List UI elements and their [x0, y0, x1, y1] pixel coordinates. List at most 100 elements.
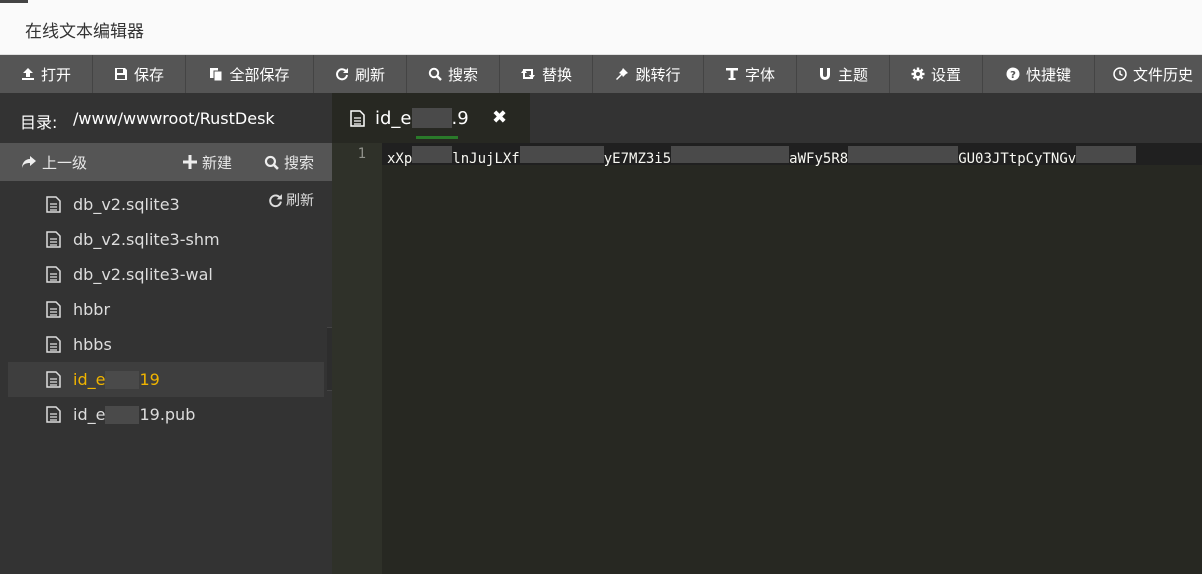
code-segment: xXp: [387, 151, 413, 167]
redacted-block: [105, 405, 140, 424]
sidebar-nav: 上一级 新建 搜索: [0, 143, 332, 181]
file-text-icon: [46, 266, 61, 283]
question-icon: ?: [1006, 67, 1020, 81]
tab-close-icon[interactable]: ✖: [492, 107, 507, 128]
editor-tabbar: id_e .9 ✖: [332, 93, 1202, 143]
save-all-button[interactable]: 全部保存: [186, 55, 314, 93]
goto-line-button[interactable]: 跳转行: [593, 55, 704, 93]
titlebar-corner-mark: [0, 0, 28, 3]
shortcuts-button[interactable]: ? 快捷键: [983, 55, 1095, 93]
save-icon: [114, 68, 127, 80]
svg-text:?: ?: [1010, 70, 1016, 81]
directory-label: 目录:: [20, 113, 58, 132]
file-text-icon: [46, 336, 61, 353]
redacted-block: [1076, 146, 1137, 163]
refresh-icon: [336, 68, 348, 81]
directory-bar: 目录: /www/wwwroot/RustDesk: [0, 93, 332, 143]
settings-label: 设置: [930, 65, 961, 84]
redacted-block: [848, 146, 959, 163]
window-titlebar: 在线文本编辑器: [0, 0, 1202, 55]
clock-icon: [1113, 67, 1127, 81]
file-name: db_v2.sqlite3-shm: [73, 230, 220, 249]
file-name: id_e: [73, 370, 106, 389]
file-history-label: 文件历史: [1133, 65, 1194, 84]
redacted-block: [671, 146, 790, 163]
font-button[interactable]: 字体: [704, 55, 797, 93]
line-number: 1: [357, 146, 366, 162]
open-label: 打开: [40, 65, 71, 84]
redacted-block: [105, 370, 140, 389]
file-text-icon: [46, 301, 61, 318]
file-item-id-key-pub[interactable]: id_e 19.pub: [0, 397, 332, 432]
file-item-id-key-active[interactable]: id_e 19: [8, 362, 324, 397]
open-button[interactable]: 打开: [0, 55, 93, 93]
theme-button[interactable]: 主题: [797, 55, 890, 93]
gear-icon: [911, 67, 925, 81]
directory-path: /www/wwwroot/RustDesk: [73, 109, 275, 128]
file-name-suffix: 19: [139, 370, 160, 389]
pushpin-icon: [616, 68, 629, 80]
replace-label: 替换: [541, 65, 572, 84]
file-list: db_v2.sqlite3 db_v2.sqlite3-shm db_v2.sq…: [0, 187, 332, 432]
search-icon: [264, 155, 279, 170]
file-text-icon: [46, 231, 61, 248]
sidebar-search-button[interactable]: 搜索: [264, 143, 314, 181]
file-item-db-v2-sqlite3-shm[interactable]: db_v2.sqlite3-shm: [0, 222, 332, 257]
code-segment: yE7MZ3i5: [603, 151, 672, 167]
file-name: db_v2.sqlite3: [73, 195, 180, 214]
magnet-icon: [819, 68, 830, 80]
theme-label: 主题: [837, 65, 868, 84]
sidebar-search-label: 搜索: [284, 153, 315, 172]
redacted-block: [411, 108, 452, 128]
replace-button[interactable]: 替换: [500, 55, 593, 93]
file-sidebar: 目录: /www/wwwroot/RustDesk 上一级 新建 搜索 刷新 d…: [0, 93, 332, 574]
refresh-label: 刷新: [354, 65, 385, 84]
search-icon: [428, 67, 442, 81]
file-name: db_v2.sqlite3-wal: [73, 265, 213, 284]
up-level-button[interactable]: 上一级: [21, 143, 87, 181]
search-label: 搜索: [447, 65, 478, 84]
file-name-suffix: 19.pub: [139, 405, 196, 424]
save-button[interactable]: 保存: [93, 55, 186, 93]
file-item-hbbs[interactable]: hbbs: [0, 327, 332, 362]
file-text-icon: [350, 109, 365, 127]
settings-button[interactable]: 设置: [890, 55, 983, 93]
upload-icon: [21, 68, 34, 80]
goto-line-label: 跳转行: [635, 65, 681, 84]
code-editor[interactable]: 1 xXp lnJujLXf yE7MZ3i5 aWFy5R8 GU03JTtpCyTN…: [332, 143, 1202, 574]
code-line[interactable]: xXp lnJujLXf yE7MZ3i5 aWFy5R8 GU03JTtpCyTNGv: [387, 146, 1137, 167]
refresh-button[interactable]: 刷新: [314, 55, 407, 93]
line-gutter: 1: [332, 143, 382, 574]
code-segment: aWFy5R8: [789, 151, 849, 167]
retweet-icon: [520, 69, 535, 79]
plus-icon: [183, 155, 197, 169]
new-file-label: 新建: [202, 153, 233, 172]
file-name: hbbs: [73, 335, 112, 354]
file-item-db-v2-sqlite3-wal[interactable]: db_v2.sqlite3-wal: [0, 257, 332, 292]
shortcuts-label: 快捷键: [1025, 65, 1071, 84]
redacted-block: [519, 146, 604, 163]
file-text-icon: [46, 406, 61, 423]
search-button[interactable]: 搜索: [407, 55, 500, 93]
tab-id-key[interactable]: id_e .9 ✖: [332, 93, 530, 143]
window-title: 在线文本编辑器: [25, 22, 144, 42]
up-level-label: 上一级: [42, 153, 88, 172]
copy-icon: [210, 67, 223, 81]
file-text-icon: [46, 371, 61, 388]
file-history-button[interactable]: 文件历史: [1095, 55, 1202, 93]
tab-label: id_e: [375, 107, 412, 129]
file-item-hbbr[interactable]: hbbr: [0, 292, 332, 327]
new-file-button[interactable]: 新建: [183, 143, 232, 181]
share-arrow-icon: [22, 156, 36, 168]
code-segment: GU03JTtpCyTNGv: [958, 151, 1077, 167]
tab-label-suffix: .9: [451, 107, 469, 129]
redacted-block: [412, 146, 453, 163]
file-name: hbbr: [73, 300, 111, 319]
toolbar: 打开 保存 全部保存 刷新 搜索 替换 跳转行 字体 主题 设置 ? 快捷键 文…: [0, 55, 1202, 93]
text-height-icon: [725, 68, 738, 80]
save-label: 保存: [133, 65, 164, 84]
file-item-db-v2-sqlite3[interactable]: db_v2.sqlite3: [0, 187, 332, 222]
file-name: id_e: [73, 405, 106, 424]
font-label: 字体: [744, 65, 775, 84]
file-text-icon: [46, 196, 61, 213]
